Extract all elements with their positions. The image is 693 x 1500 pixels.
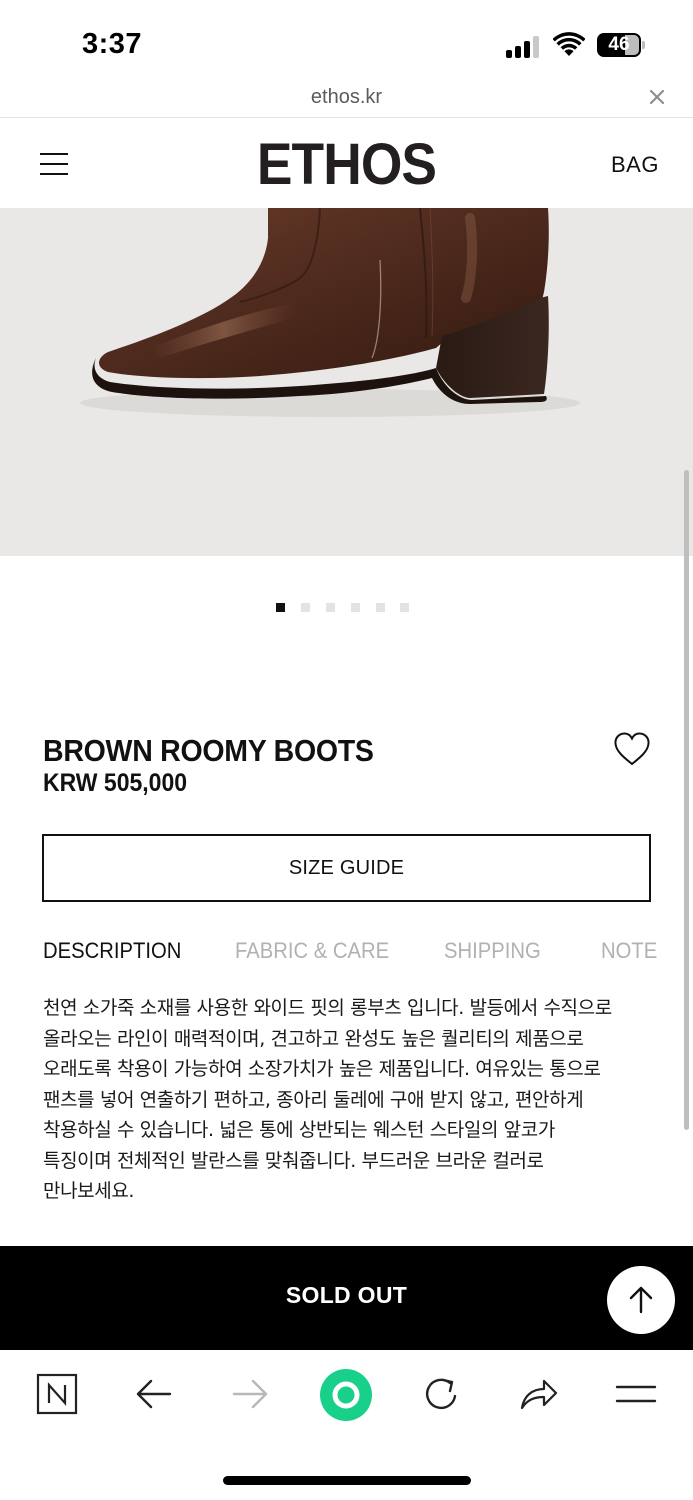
description-line: 천연 소가죽 소재를 사용한 와이드 핏의 롱부츠 입니다. 발등에서 수직으로 <box>43 997 612 1019</box>
boot-illustration <box>80 208 580 417</box>
site-header: ETHOS BAG <box>0 119 693 209</box>
product-tabs: DESCRIPTION FABRIC & CARE SHIPPING NOTE <box>0 938 693 972</box>
gallery-dot[interactable] <box>326 603 335 612</box>
reload-icon[interactable] <box>419 1372 463 1416</box>
battery-icon: 46 <box>597 33 647 57</box>
sold-out-label: SOLD OUT <box>285 1282 408 1308</box>
browser-url-bar[interactable]: ethos.kr <box>0 80 693 118</box>
gallery-dot[interactable] <box>400 603 409 612</box>
description-line: 올라오는 라인이 매력적이며, 견고하고 완성도 높은 퀄리티의 제품으로 <box>43 1027 584 1050</box>
heart-outline-icon[interactable] <box>613 731 651 767</box>
tab-shipping[interactable]: SHIPPING <box>444 938 541 964</box>
product-description: 천연 소가죽 소재를 사용한 와이드 핏의 롱부츠 입니다. 발등에서 수직으로… <box>43 993 653 1207</box>
close-icon[interactable] <box>646 86 668 108</box>
tab-note[interactable]: NOTE <box>601 938 657 964</box>
gallery-dot[interactable] <box>301 603 310 612</box>
share-icon[interactable] <box>516 1372 560 1416</box>
green-dot-icon[interactable] <box>319 1368 373 1422</box>
home-indicator <box>223 1476 471 1485</box>
tab-fabric-care[interactable]: FABRIC & CARE <box>235 938 389 964</box>
status-time: 3:37 <box>82 28 143 60</box>
cellular-signal-icon <box>506 34 542 58</box>
bag-link[interactable]: BAG <box>611 152 659 178</box>
gallery-dot[interactable] <box>376 603 385 612</box>
gallery-dot[interactable] <box>351 603 360 612</box>
product-image[interactable] <box>0 208 693 556</box>
site-logo[interactable]: ETHOS <box>28 131 666 198</box>
product-name: BROWN ROOMY BOOTS <box>43 733 374 768</box>
arrow-up-icon <box>629 1286 653 1314</box>
status-bar: 3:37 46 <box>0 0 693 88</box>
page-scrollbar[interactable] <box>684 470 689 1130</box>
gallery-pagination <box>276 603 416 613</box>
forward-arrow-icon[interactable] <box>228 1372 272 1416</box>
battery-level: 46 <box>608 34 630 55</box>
scroll-to-top-button[interactable] <box>607 1266 675 1334</box>
description-line: 착용하실 수 있습니다. 넓은 통에 상반되는 웨스턴 스타일의 앞코가 <box>43 1119 555 1141</box>
url-text[interactable]: ethos.kr <box>0 86 693 109</box>
description-line: 오래도록 착용이 가능하여 소장가치가 높은 제품입니다. 여유있는 통으로 <box>43 1058 601 1080</box>
description-line: 만나보세요. <box>43 1180 135 1202</box>
tab-description[interactable]: DESCRIPTION <box>43 938 181 964</box>
gallery-dot[interactable] <box>276 603 285 612</box>
description-line: 팬츠를 넣어 연출하기 편하고, 종아리 둘레에 구애 받지 않고, 편안하게 <box>43 1088 584 1111</box>
wifi-icon <box>553 32 585 56</box>
menu-lines-icon[interactable] <box>614 1372 658 1416</box>
product-price: KRW 505,000 <box>43 769 188 797</box>
description-line: 특징이며 전체적인 발란스를 맞춰줍니다. 부드러운 브라운 컬러로 <box>43 1149 544 1172</box>
size-guide-button[interactable]: SIZE GUIDE <box>42 834 651 902</box>
back-arrow-icon[interactable] <box>132 1372 176 1416</box>
sold-out-button[interactable]: SOLD OUT <box>0 1246 693 1350</box>
naver-home-icon[interactable] <box>35 1372 79 1416</box>
